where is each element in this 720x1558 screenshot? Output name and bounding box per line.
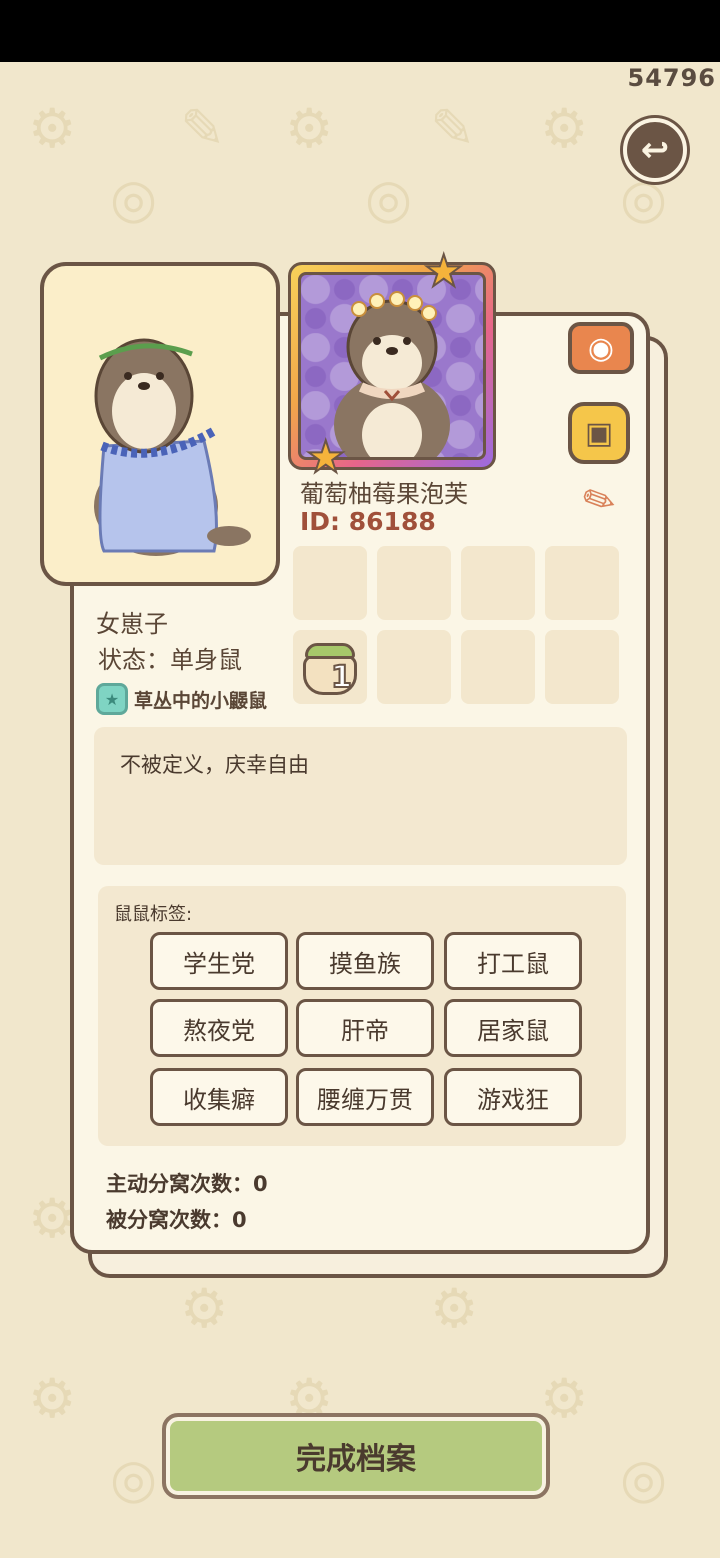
camera-button[interactable]: ◉ <box>568 322 634 374</box>
nickname: 葡萄柚莓果泡芙 <box>300 480 468 508</box>
back-arrow-icon: ↩ <box>640 130 670 170</box>
item-slots: 1 <box>293 546 619 704</box>
tag-button[interactable]: 收集癖 <box>150 1068 288 1126</box>
item-slot[interactable] <box>377 546 451 620</box>
star-icon: ★ <box>423 246 464 297</box>
item-slot-pot[interactable]: 1 <box>293 630 367 704</box>
avatar-frame-button[interactable]: ▣ <box>568 402 630 464</box>
otter-illustration <box>94 338 251 556</box>
item-slot[interactable] <box>545 630 619 704</box>
gem-icon: ★ <box>96 683 128 715</box>
back-button[interactable]: ↩ <box>623 118 687 182</box>
tag-button[interactable]: 熬夜党 <box>150 999 288 1057</box>
tag-button[interactable]: 学生党 <box>150 932 288 990</box>
tags-label: 鼠鼠标签: <box>114 904 193 925</box>
relationship-status: 状态：单身鼠 <box>98 646 242 674</box>
tag-button[interactable]: 摸鱼族 <box>296 932 434 990</box>
item-count: 1 <box>330 660 353 695</box>
passive-split-count: 被分窝次数：0 <box>106 1208 247 1232</box>
tag-button[interactable]: 居家鼠 <box>444 999 582 1057</box>
gender-label: 女崽子 <box>96 610 168 638</box>
item-slot[interactable] <box>461 546 535 620</box>
signature-box[interactable]: 不被定义，庆幸自由 <box>94 727 627 865</box>
camera-icon: ◉ <box>587 330 615 366</box>
currency-counter: 54796 <box>627 64 716 92</box>
avatar-frame-icon: ▣ <box>584 415 614 451</box>
item-slot[interactable] <box>545 546 619 620</box>
tag-button[interactable]: 游戏狂 <box>444 1068 582 1126</box>
status-bar <box>0 0 720 62</box>
character-portrait <box>40 262 280 586</box>
title-badge: ★ 草丛中的小鼹鼠 <box>96 683 267 715</box>
user-id: ID: 86188 <box>300 507 436 536</box>
signature-text: 不被定义，庆幸自由 <box>120 753 309 777</box>
item-slot[interactable] <box>461 630 535 704</box>
tag-button[interactable]: 肝帝 <box>296 999 434 1057</box>
tag-button[interactable]: 打工鼠 <box>444 932 582 990</box>
item-slot[interactable] <box>293 546 367 620</box>
complete-profile-label: 完成档案 <box>296 1442 416 1477</box>
complete-profile-button[interactable]: 完成档案 <box>162 1413 550 1499</box>
title-text: 草丛中的小鼹鼠 <box>134 689 268 712</box>
pot-icon: 1 <box>297 637 363 697</box>
tags-panel: 鼠鼠标签: 学生党 摸鱼族 打工鼠 熬夜党 肝帝 居家鼠 收集癖 腰缠万贯 游戏… <box>98 886 626 1146</box>
active-split-count: 主动分窝次数：0 <box>106 1172 268 1196</box>
tag-button[interactable]: 腰缠万贯 <box>296 1068 434 1126</box>
item-slot[interactable] <box>377 630 451 704</box>
